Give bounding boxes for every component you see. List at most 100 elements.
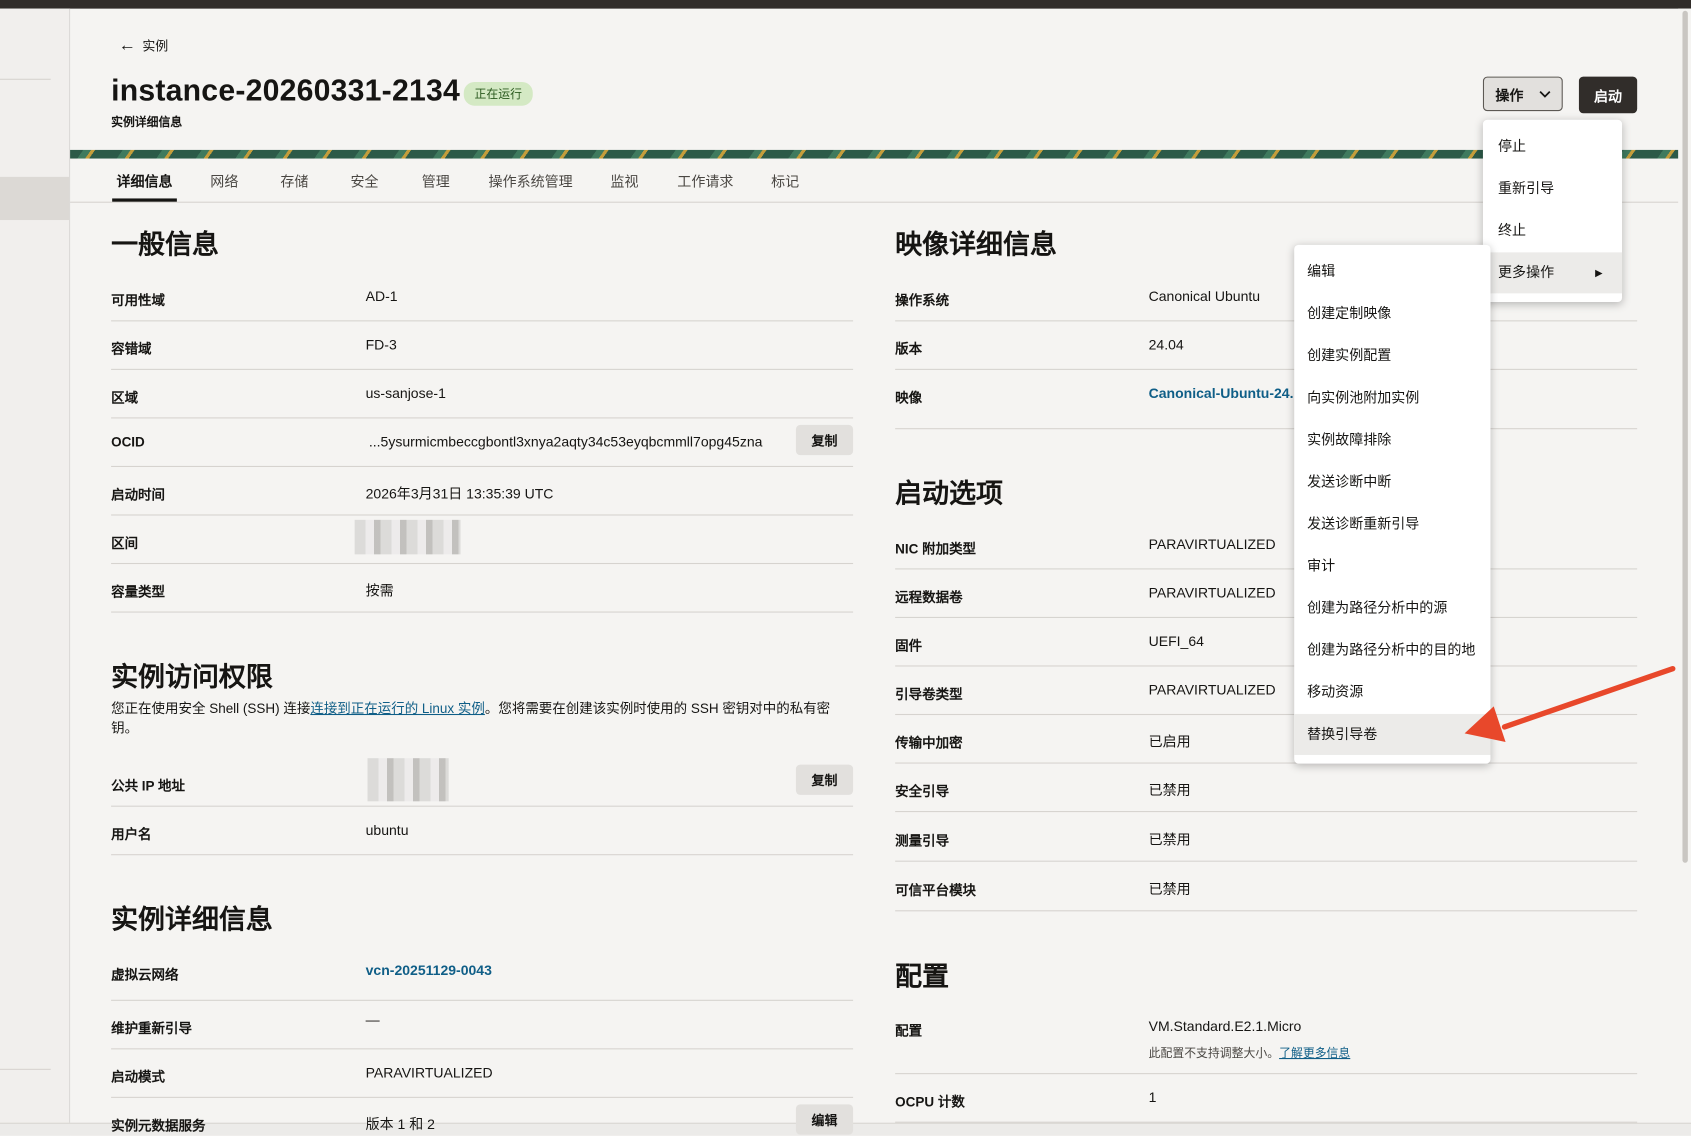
- info-row: 区间: [111, 516, 854, 565]
- menu-item-move-resource[interactable]: 移动资源: [1294, 672, 1490, 713]
- row-value: PARAVIRTUALIZED: [1148, 681, 1276, 698]
- menu-item-path-analysis-source[interactable]: 创建为路径分析中的源: [1294, 588, 1490, 629]
- info-row: 虚拟云网络 vcn-20251129-0043: [111, 947, 854, 1001]
- info-row: 配置 VM.Standard.E2.1.Micro: [895, 1003, 1638, 1075]
- info-row: 可用性域 AD-1: [111, 273, 854, 322]
- redacted-compartment: [354, 519, 461, 555]
- tab-work-requests[interactable]: 工作请求: [677, 170, 733, 190]
- row-value: PARAVIRTUALIZED: [1148, 584, 1276, 601]
- info-row: 远程数据卷 PARAVIRTUALIZED: [895, 569, 1638, 618]
- row-value: PARAVIRTUALIZED: [1148, 536, 1276, 553]
- back-to-instances-link[interactable]: ← 实例: [119, 37, 169, 55]
- row-value: FD-3: [365, 336, 397, 353]
- row-value: 已禁用: [1148, 781, 1191, 799]
- row-label: 引导卷类型: [895, 687, 963, 703]
- info-row: 传输中加密 已启用: [895, 715, 1638, 764]
- row-value: 按需: [365, 582, 394, 599]
- tab-tags[interactable]: 标记: [771, 170, 799, 190]
- row-label: 启动模式: [111, 1069, 166, 1085]
- row-label: OCID: [111, 434, 145, 450]
- more-actions-submenu: 编辑 创建定制映像 创建实例配置 向实例池附加实例 实例故障排除 发送诊断中断 …: [1294, 244, 1491, 764]
- page-scrollbar[interactable]: [1678, 8, 1691, 1136]
- row-label: 用户名: [111, 827, 152, 843]
- learn-more-link[interactable]: 了解更多信息: [1279, 1047, 1350, 1060]
- row-label: 公共 IP 地址: [111, 778, 185, 794]
- nav-selected-item[interactable]: [0, 176, 70, 221]
- tab-management[interactable]: 管理: [422, 170, 450, 190]
- menu-item-stop[interactable]: 停止: [1483, 126, 1622, 167]
- menu-item-terminate[interactable]: 终止: [1483, 210, 1622, 251]
- menu-item-replace-boot-volume[interactable]: 替换引导卷: [1294, 713, 1491, 755]
- tab-networking[interactable]: 网络: [210, 170, 238, 190]
- tab-bar: 详细信息 网络 存储 安全 管理 操作系统管理 监视 工作请求 标记: [70, 159, 1679, 203]
- row-value: ubuntu: [365, 821, 409, 838]
- row-label: 测量引导: [895, 833, 950, 849]
- tab-storage[interactable]: 存储: [280, 170, 308, 190]
- image-link[interactable]: Canonical-Ubuntu-24.: [1149, 385, 1294, 401]
- row-value: Canonical Ubuntu: [1148, 287, 1261, 305]
- vcn-link[interactable]: vcn-20251129-0043: [366, 962, 492, 978]
- row-label: 区域: [111, 390, 139, 406]
- scrollbar-thumb[interactable]: [1682, 10, 1688, 863]
- shape-value: VM.Standard.E2.1.Micro: [1148, 1018, 1302, 1035]
- status-badge: 正在运行: [463, 81, 533, 106]
- menu-item-troubleshoot[interactable]: 实例故障排除: [1294, 420, 1490, 461]
- row-value: 版本 1 和 2: [365, 1116, 435, 1133]
- start-button[interactable]: 启动: [1578, 76, 1638, 114]
- nav-divider: [0, 1068, 51, 1070]
- image-details-title: 映像详细信息: [895, 229, 1057, 260]
- ssh-text-before: 您正在使用安全 Shell (SSH) 连接: [111, 701, 311, 717]
- instance-details-title: 实例详细信息: [111, 904, 273, 936]
- menu-item-path-analysis-destination[interactable]: 创建为路径分析中的目的地: [1294, 630, 1490, 671]
- row-value: UEFI_64: [1148, 633, 1204, 650]
- menu-item-diagnostic-reboot[interactable]: 发送诊断重新引导: [1294, 504, 1490, 545]
- row-value: PARAVIRTUALIZED: [365, 1064, 493, 1081]
- menu-item-diagnostic-interrupt[interactable]: 发送诊断中断: [1294, 462, 1490, 503]
- tab-monitoring[interactable]: 监视: [610, 170, 638, 190]
- resize-note-text: 此配置不支持调整大小。: [1148, 1047, 1280, 1061]
- ssh-description: 您正在使用安全 Shell (SSH) 连接连接到正在运行的 Linux 实例。…: [111, 699, 855, 738]
- caret-right-icon: ▶: [1595, 267, 1603, 279]
- menu-item-edit[interactable]: 编辑: [1294, 251, 1490, 292]
- ocid-value: ...5ysurmicmbeccgbontl3xnya2aqty34c53eyq…: [368, 433, 763, 450]
- configuration-title: 配置: [895, 962, 950, 993]
- decorative-banner: [70, 149, 1679, 159]
- row-label: NIC 附加类型: [895, 541, 977, 557]
- row-label: 传输中加密: [895, 735, 963, 751]
- ssh-help-link[interactable]: 连接到正在运行的 Linux 实例: [310, 701, 485, 716]
- redacted-public-ip: [367, 758, 449, 802]
- left-navigation: [0, 8, 71, 1136]
- info-row: 容错域 FD-3: [111, 321, 854, 370]
- copy-ocid-button[interactable]: 复制: [795, 424, 854, 456]
- row-value: 已启用: [1148, 733, 1191, 750]
- copy-ip-button[interactable]: 复制: [795, 764, 854, 795]
- info-row: 测量引导 已禁用: [895, 813, 1638, 862]
- row-label: 操作系统: [895, 293, 950, 309]
- tab-security[interactable]: 安全: [351, 170, 379, 190]
- row-label: 实例元数据服务: [111, 1118, 206, 1134]
- actions-dropdown-button[interactable]: 操作: [1482, 76, 1563, 112]
- row-value: 已禁用: [1148, 831, 1191, 848]
- menu-item-create-instance-config[interactable]: 创建实例配置: [1294, 335, 1490, 376]
- info-row: NIC 附加类型 PARAVIRTUALIZED: [895, 521, 1638, 570]
- edit-metadata-service-button[interactable]: 编辑: [795, 1104, 854, 1135]
- tab-details[interactable]: 详细信息: [112, 170, 177, 202]
- tab-os-management[interactable]: 操作系统管理: [489, 170, 573, 190]
- launch-options-title: 启动选项: [895, 478, 1004, 510]
- row-label: 启动时间: [111, 487, 166, 503]
- menu-item-create-custom-image[interactable]: 创建定制映像: [1294, 293, 1490, 334]
- instance-access-title: 实例访问权限: [111, 662, 273, 693]
- chevron-down-icon: [1538, 90, 1550, 98]
- menu-item-reboot[interactable]: 重新引导: [1483, 168, 1622, 209]
- menu-item-attach-to-pool[interactable]: 向实例池附加实例: [1294, 377, 1490, 418]
- info-row: 固件 UEFI_64: [895, 618, 1638, 667]
- info-row: 映像 Canonical-Ubuntu-24.: [895, 370, 1638, 430]
- row-value: —: [365, 1011, 380, 1028]
- menu-item-audit[interactable]: 审计: [1294, 546, 1490, 587]
- menu-item-more-actions[interactable]: 更多操作 ▶: [1482, 252, 1623, 294]
- more-actions-label: 更多操作: [1498, 264, 1555, 281]
- arrow-left-icon: ←: [118, 36, 136, 55]
- top-bar: [0, 0, 1691, 9]
- info-row: 安全引导 已禁用: [895, 764, 1638, 813]
- row-label: 可用性域: [111, 293, 166, 309]
